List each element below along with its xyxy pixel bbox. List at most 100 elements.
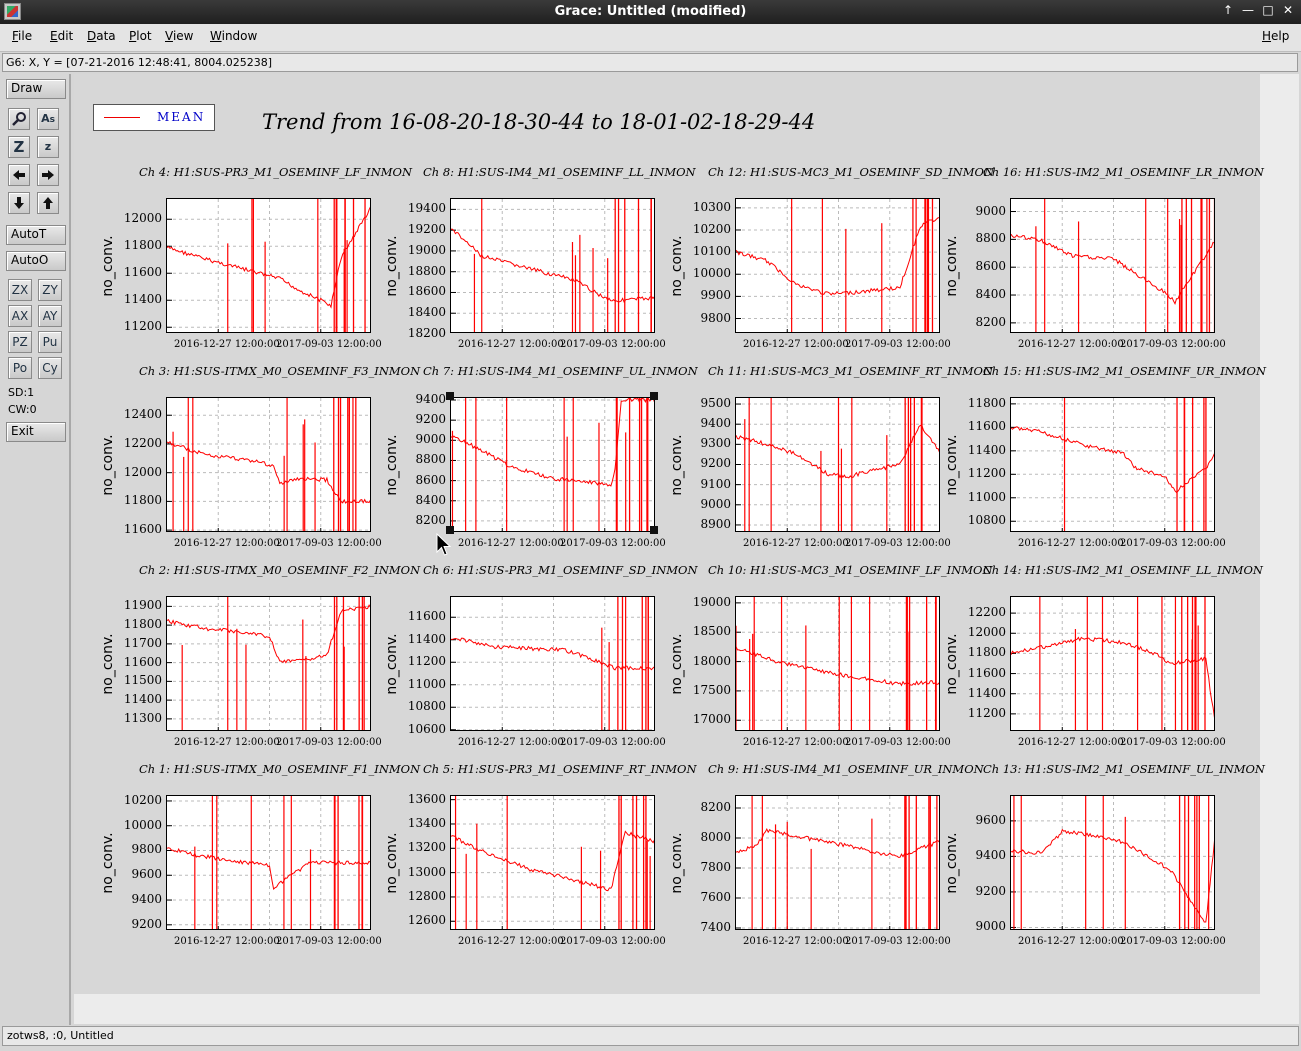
menu-view[interactable]: View bbox=[165, 29, 193, 43]
selection-handle[interactable] bbox=[650, 392, 658, 400]
arrow-up-icon[interactable] bbox=[37, 192, 59, 214]
y-tick-label: 9800 bbox=[700, 310, 731, 325]
autoscale-ticks-button[interactable]: AutoT bbox=[6, 225, 66, 245]
y-tick-label: 18500 bbox=[692, 624, 731, 639]
y-tick-label: 11300 bbox=[123, 710, 162, 725]
y-tick-label: 10100 bbox=[692, 244, 731, 259]
y-tick-label: 12600 bbox=[407, 913, 446, 928]
y-tick-label: 8400 bbox=[415, 492, 446, 507]
graph-frame[interactable] bbox=[450, 596, 655, 731]
autoscale-x-button[interactable]: AX bbox=[8, 305, 32, 327]
y-tick-label: 11600 bbox=[123, 522, 162, 537]
x-tick-label: 2016-12-27 12:00:00 bbox=[1018, 538, 1124, 549]
zoom-in-icon[interactable]: Z bbox=[8, 136, 30, 158]
legend-box[interactable]: MEAN bbox=[93, 104, 215, 131]
graph-frame[interactable] bbox=[1010, 198, 1215, 333]
graph-frame[interactable] bbox=[1010, 795, 1215, 930]
x-tick-label: 2016-12-27 12:00:00 bbox=[458, 936, 564, 947]
graph-title: Ch 12: H1:SUS-MC3_M1_OSEMINF_SD_INMON bbox=[708, 165, 995, 179]
x-tick-label: 2017-09-03 12:00:00 bbox=[1120, 339, 1226, 350]
graph-frame[interactable] bbox=[166, 795, 371, 930]
y-tick-label: 8900 bbox=[700, 516, 731, 531]
graph-frame[interactable] bbox=[735, 397, 940, 532]
y-tick-label: 9600 bbox=[975, 812, 1006, 827]
y-tick-label: 11400 bbox=[123, 692, 162, 707]
graph-frame[interactable] bbox=[735, 596, 940, 731]
y-tick-label: 12200 bbox=[123, 435, 162, 450]
push-button[interactable]: Pu bbox=[38, 331, 62, 353]
menu-help[interactable]: Help bbox=[1262, 29, 1289, 43]
keep-above-button[interactable]: ↑ bbox=[1221, 3, 1235, 17]
x-tick-label: 2017-09-03 12:00:00 bbox=[560, 339, 666, 350]
y-tick-label: 9400 bbox=[700, 416, 731, 431]
legend-label: MEAN bbox=[157, 110, 206, 124]
y-tick-label: 11800 bbox=[967, 395, 1006, 410]
y-tick-label: 11700 bbox=[123, 635, 162, 650]
selection-handle[interactable] bbox=[650, 526, 658, 534]
graph-frame[interactable] bbox=[450, 397, 655, 532]
y-tick-label: 9600 bbox=[131, 867, 162, 882]
menu-plot[interactable]: Plot bbox=[129, 29, 152, 43]
pop-button[interactable]: Po bbox=[8, 357, 32, 379]
x-tick-label: 2017-09-03 12:00:00 bbox=[1120, 737, 1226, 748]
zoom-out-icon[interactable]: z bbox=[37, 136, 59, 158]
y-tick-label: 18600 bbox=[407, 284, 446, 299]
graph-frame[interactable] bbox=[735, 198, 940, 333]
graph-frame[interactable] bbox=[450, 198, 655, 333]
arrow-left-icon[interactable] bbox=[8, 164, 30, 186]
menu-edit[interactable]: Edit bbox=[50, 29, 73, 43]
y-tick-label: 9000 bbox=[415, 432, 446, 447]
draw-button[interactable]: Draw bbox=[6, 79, 66, 99]
y-tick-label: 9000 bbox=[975, 203, 1006, 218]
push-zoom-button[interactable]: PZ bbox=[8, 331, 32, 353]
y-tick-label: 11000 bbox=[407, 676, 446, 691]
y-tick-label: 9300 bbox=[700, 436, 731, 451]
zoom-x-button[interactable]: ZX bbox=[8, 279, 32, 301]
selection-handle[interactable] bbox=[446, 392, 454, 400]
graph-title: Ch 16: H1:SUS-IM2_M1_OSEMINF_LR_INMON bbox=[983, 165, 1264, 179]
x-tick-label: 2016-12-27 12:00:00 bbox=[458, 737, 564, 748]
minimize-button[interactable]: — bbox=[1241, 3, 1255, 17]
cycle-button[interactable]: Cy bbox=[38, 357, 62, 379]
x-tick-label: 2017-09-03 12:00:00 bbox=[276, 538, 382, 549]
graph-title: Ch 3: H1:SUS-ITMX_M0_OSEMINF_F3_INMON bbox=[139, 364, 421, 378]
autoscale-on-button[interactable]: AutoO bbox=[6, 251, 66, 271]
zoom-y-button[interactable]: ZY bbox=[38, 279, 62, 301]
arrow-right-icon[interactable] bbox=[37, 164, 59, 186]
graph-title: Ch 7: H1:SUS-IM4_M1_OSEMINF_UL_INMON bbox=[423, 364, 698, 378]
y-tick-label: 12800 bbox=[407, 888, 446, 903]
graph-title: Ch 10: H1:SUS-MC3_M1_OSEMINF_LF_INMON bbox=[708, 563, 993, 577]
graph-frame[interactable] bbox=[166, 596, 371, 731]
zoom-icon[interactable] bbox=[8, 108, 30, 130]
graph-frame[interactable] bbox=[1010, 596, 1215, 731]
y-tick-label: 13600 bbox=[407, 791, 446, 806]
text-size-icon[interactable]: As bbox=[37, 108, 59, 130]
y-tick-label: 19000 bbox=[407, 242, 446, 257]
close-button[interactable]: ✕ bbox=[1281, 3, 1295, 17]
graph-frame[interactable] bbox=[735, 795, 940, 930]
y-tick-label: 10200 bbox=[692, 221, 731, 236]
x-tick-label: 2017-09-03 12:00:00 bbox=[845, 936, 951, 947]
x-tick-label: 2016-12-27 12:00:00 bbox=[743, 339, 849, 350]
arrow-down-icon[interactable] bbox=[8, 192, 30, 214]
menu-data[interactable]: Data bbox=[87, 29, 116, 43]
graph-title: Ch 4: H1:SUS-PR3_M1_OSEMINF_LF_INMON bbox=[139, 165, 413, 179]
graph-frame[interactable] bbox=[1010, 397, 1215, 532]
series-line bbox=[1011, 233, 1214, 305]
graph-frame[interactable] bbox=[166, 397, 371, 532]
y-tick-label: 13400 bbox=[407, 815, 446, 830]
x-tick-label: 2016-12-27 12:00:00 bbox=[743, 538, 849, 549]
x-tick-label: 2016-12-27 12:00:00 bbox=[458, 339, 564, 350]
y-tick-label: 7600 bbox=[700, 890, 731, 904]
menu-file[interactable]: File bbox=[12, 29, 32, 43]
graph-frame[interactable] bbox=[166, 198, 371, 333]
y-tick-label: 19000 bbox=[692, 594, 731, 609]
graph-frame[interactable] bbox=[450, 795, 655, 930]
maximize-button[interactable]: □ bbox=[1261, 3, 1275, 17]
y-tick-label: 11600 bbox=[407, 609, 446, 624]
y-tick-label: 9200 bbox=[700, 456, 731, 471]
menu-window[interactable]: Window bbox=[210, 29, 257, 43]
autoscale-y-button[interactable]: AY bbox=[38, 305, 62, 327]
y-tick-label: 11400 bbox=[407, 631, 446, 646]
exit-button[interactable]: Exit bbox=[6, 422, 66, 442]
